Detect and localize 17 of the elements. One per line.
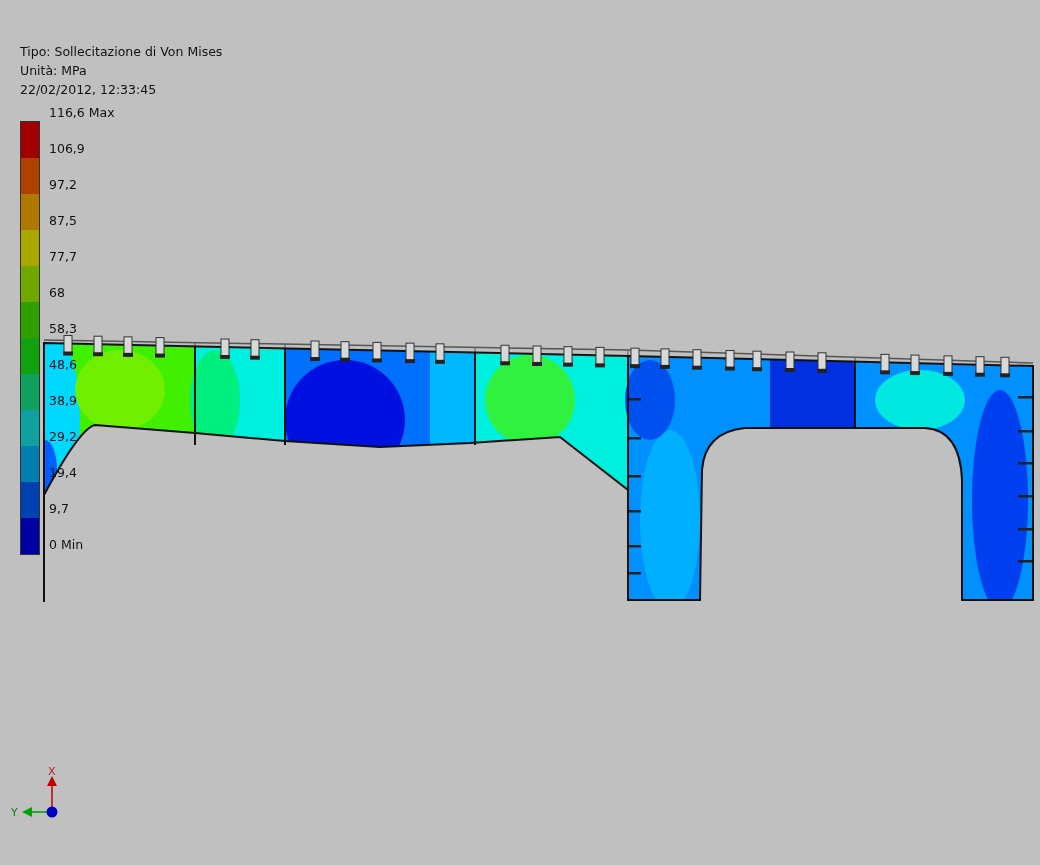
scale-value-label: 87,5 <box>49 212 77 230</box>
scale-value-label: 38,9 <box>49 392 77 410</box>
axis-triad-drawing <box>22 776 58 818</box>
scale-value-label: 9,7 <box>49 500 69 518</box>
scale-value-label: 68 <box>49 284 65 302</box>
timestamp-text: 22/02/2012, 12:33:45 <box>20 81 157 99</box>
scale-value-label: 29,2 <box>49 428 77 446</box>
x-axis-label: X <box>48 765 56 778</box>
scale-value-label: 106,9 <box>49 140 85 158</box>
scale-value-label: 97,2 <box>49 176 77 194</box>
scale-value-label: 77,7 <box>49 248 77 266</box>
unit-text: Unità: MPa <box>20 62 87 80</box>
result-type-text: Tipo: Sollecitazione di Von Mises <box>20 43 223 61</box>
scale-value-label: 0 Min <box>49 536 84 554</box>
y-axis-label: Y <box>11 806 18 819</box>
scale-value-label: 116,6 Max <box>49 104 115 122</box>
scale-value-label: 58,3 <box>49 320 77 338</box>
